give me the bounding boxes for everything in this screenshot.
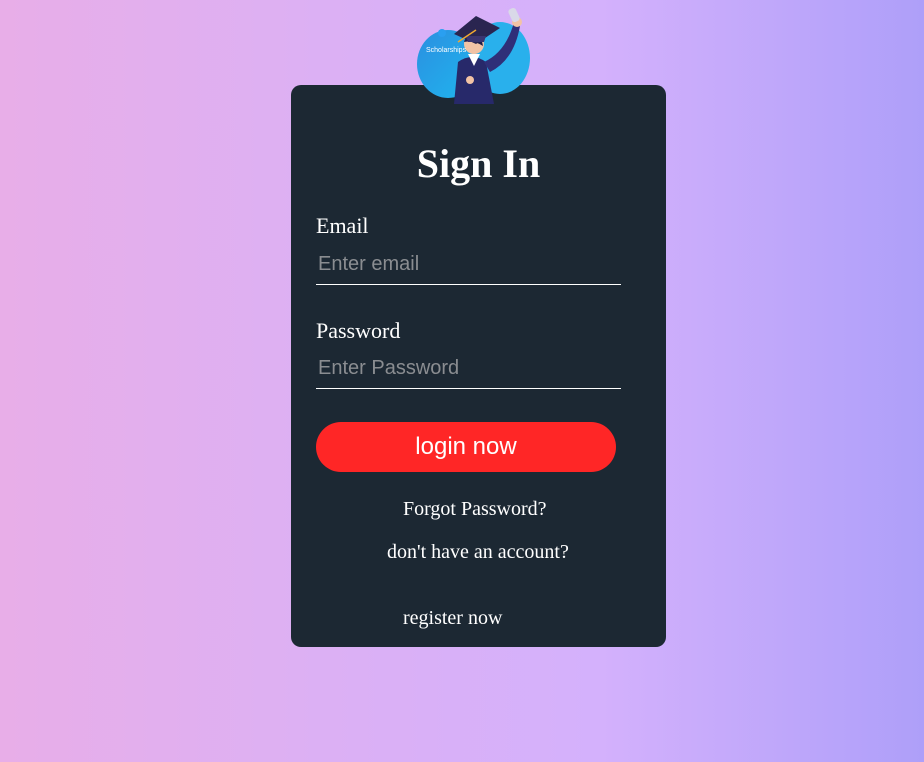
register-link[interactable]: register now xyxy=(403,608,502,628)
svg-text:Scholarships: Scholarships xyxy=(426,47,467,54)
password-field[interactable] xyxy=(316,349,621,389)
email-label: Email xyxy=(316,213,369,238)
sign-in-card: Sign In Email Password login now Forgot … xyxy=(291,85,666,647)
forgot-password-link[interactable]: Forgot Password? xyxy=(403,499,547,519)
no-account-text: don't have an account? xyxy=(387,541,569,563)
scholarship-logo: Scholarships xyxy=(414,6,534,106)
email-field[interactable] xyxy=(316,245,621,285)
login-button[interactable]: login now xyxy=(316,422,616,472)
password-label: Password xyxy=(316,318,401,343)
page-title: Sign In xyxy=(416,141,541,186)
graduate-illustration-icon: Scholarships xyxy=(417,7,530,104)
